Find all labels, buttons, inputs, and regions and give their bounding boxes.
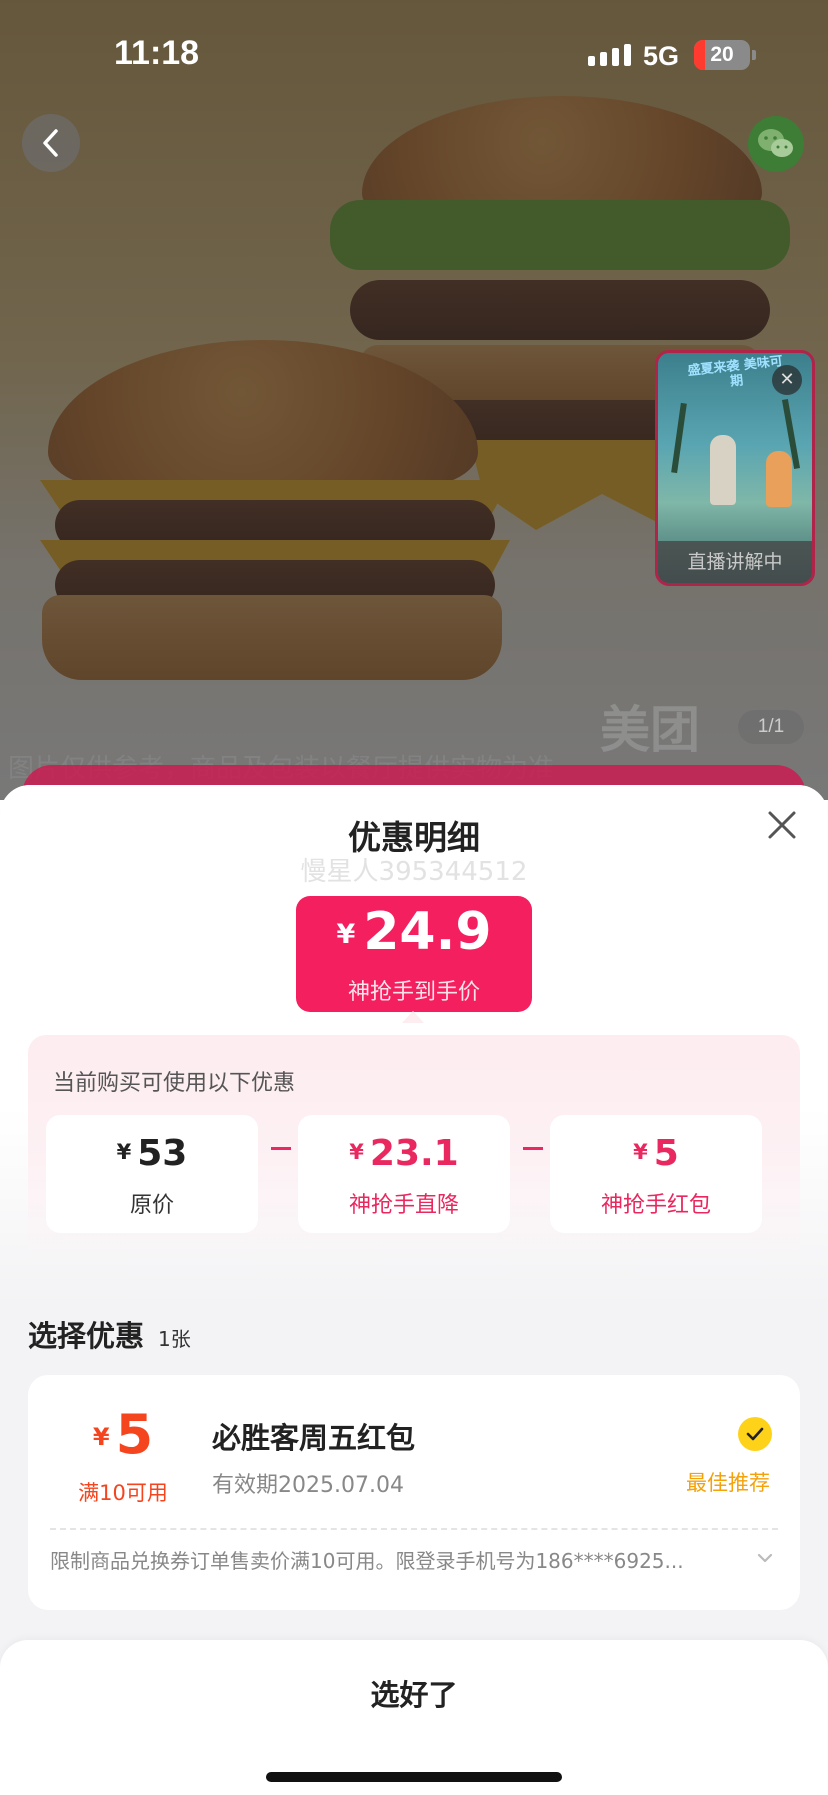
original-price-value: 53 [137,1133,188,1174]
coupon-expiry: 有效期2025.07.04 [212,1473,404,1498]
coupon-value: ¥5 [28,1403,218,1466]
battery-icon: 20 [694,40,750,70]
confirm-button[interactable]: 选好了 [0,1640,828,1750]
live-stream-card[interactable]: 盛夏来袭 美味可期 ✕ 直播讲解中 [655,350,815,586]
discount-detail-sheet: 优惠明细 慢星人395344512 ¥24.9 神抢手到手价 当前购买可使用以下… [0,785,828,1795]
live-host-figure [710,435,736,505]
home-indicator [266,1772,562,1782]
chevron-left-icon [43,129,58,157]
red-packet-card: ¥5 神抢手红包 [550,1115,762,1233]
minus-icon [523,1147,543,1150]
wechat-icon [758,129,793,157]
final-price: ¥24.9 [296,902,532,962]
discount-breakdown: 当前购买可使用以下优惠 ¥53 原价 ¥23.1 神抢手直降 ¥5 神抢手红包 [28,1035,800,1267]
coupon-name: 必胜客周五红包 [212,1421,416,1455]
status-bar: 11:18 5G 20 [0,0,828,110]
live-host-figure [766,451,792,507]
close-live-button[interactable]: ✕ [772,365,802,395]
battery-level: 20 [710,43,734,66]
original-price-card: ¥53 原价 [46,1115,258,1233]
checkmark-icon [746,1427,764,1441]
share-wechat-button[interactable] [748,116,804,172]
live-label: 直播讲解中 [658,541,812,583]
coupon-card[interactable]: ¥5 满10可用 必胜客周五红包 有效期2025.07.04 最佳推荐 限制商品… [28,1375,800,1610]
coupon-amount: 5 [115,1403,154,1466]
signal-icon [588,44,631,66]
sheet-footer: 选好了 [0,1640,828,1795]
coupon-count: 1张 [158,1327,191,1351]
back-button[interactable] [22,114,80,172]
direct-discount-card: ¥23.1 神抢手直降 [298,1115,510,1233]
final-price-label: 神抢手到手价 [347,980,480,1005]
network-type: 5G [643,41,680,71]
image-counter: 1/1 [738,710,804,744]
direct-discount-value: 23.1 [369,1133,459,1174]
discount-hint: 当前购买可使用以下优惠 [53,1071,296,1096]
best-recommend-badge: 最佳推荐 [686,1471,770,1495]
final-price-tag: ¥24.9 神抢手到手价 [296,896,532,1012]
currency-symbol: ¥ [633,1140,648,1164]
original-price-label: 原价 [129,1193,174,1218]
user-watermark: 慢星人395344512 [300,857,528,887]
divider [50,1528,778,1530]
minus-icon [271,1147,291,1150]
status-time: 11:18 [114,34,200,72]
currency-symbol: ¥ [116,1140,132,1164]
currency-symbol: ¥ [92,1423,110,1451]
currency-symbol: ¥ [349,1140,364,1164]
choose-coupon-title: 选择优惠 [28,1319,145,1353]
direct-discount-label: 神抢手直降 [348,1193,459,1218]
chevron-down-icon[interactable] [754,1547,776,1569]
close-icon[interactable] [764,807,800,843]
red-packet-value: 5 [653,1133,679,1174]
coupon-condition: 满10可用 [78,1481,168,1505]
coupon-rule: 限制商品兑换券订单售卖价满10可用。限登录手机号为186****6925... [50,1549,684,1573]
final-price-value: 24.9 [363,902,492,962]
battery-nub [752,50,756,60]
coupon-select-checkbox[interactable] [738,1417,772,1451]
currency-symbol: ¥ [336,919,356,950]
red-packet-label: 神抢手红包 [600,1193,711,1218]
